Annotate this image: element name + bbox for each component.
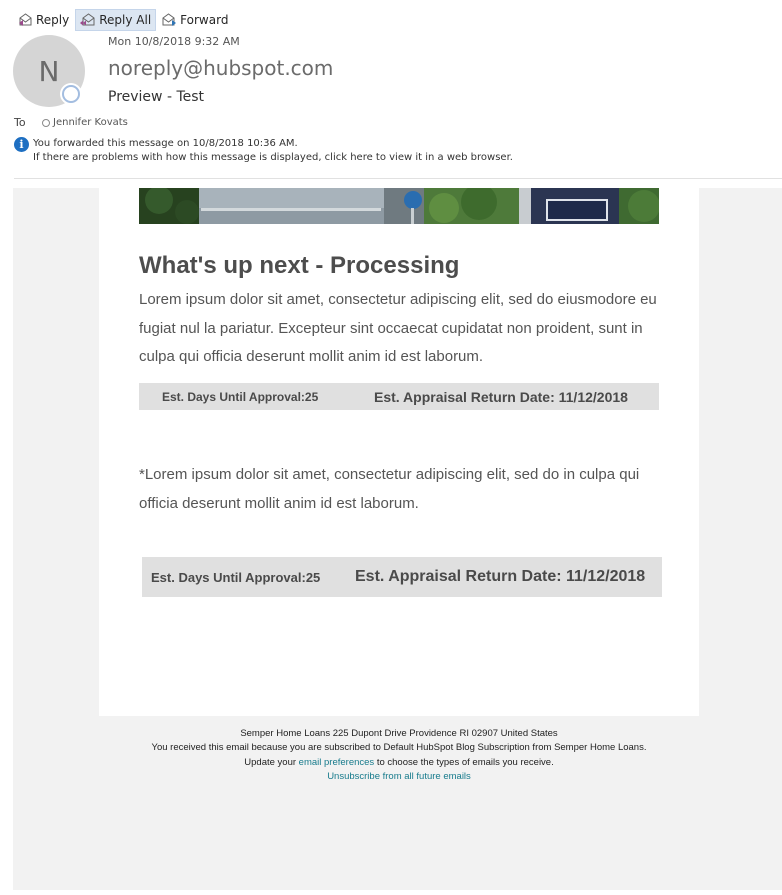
recipient-status-icon (42, 118, 50, 127)
message-toolbar: Reply Reply All Forward (14, 9, 234, 31)
est-days-label: Est. Days Until Approval:25 (151, 569, 321, 585)
display-problem-notice[interactable]: If there are problems with how this mess… (33, 151, 513, 165)
email-footer: Semper Home Loans 225 Dupont Drive Provi… (99, 727, 699, 784)
est-days-label: Est. Days Until Approval:25 (162, 389, 319, 404)
preferences-line: Update your email preferences to choose … (99, 756, 699, 770)
sender-address[interactable]: noreply@hubspot.com (108, 56, 333, 80)
est-appraisal-label: Est. Appraisal Return Date: 11/12/2018 (374, 388, 628, 405)
avatar-initial: N (38, 54, 60, 88)
house-photo (139, 188, 659, 224)
to-label: To (14, 116, 26, 129)
reply-all-icon (80, 13, 95, 26)
section-heading: What's up next - Processing (139, 252, 460, 279)
unsubscribe-link[interactable]: Unsubscribe from all future emails (327, 771, 471, 782)
footnote-paragraph: *Lorem ipsum dolor sit amet, consectetur… (139, 466, 640, 512)
est-appraisal-label: Est. Appraisal Return Date: 11/12/2018 (355, 568, 646, 585)
recipients-row: To Jennifer Kovats (14, 116, 128, 129)
forwarded-notice: You forwarded this message on 10/8/2018 … (33, 138, 298, 149)
presence-icon (62, 85, 80, 103)
forward-label: Forward (180, 13, 229, 27)
update-suffix: to choose the types of emails you receiv… (374, 756, 554, 768)
reply-button[interactable]: Reply (14, 9, 73, 31)
email-preferences-link[interactable]: email preferences (299, 757, 375, 768)
info-icon: i (14, 137, 29, 152)
header-divider (14, 178, 782, 179)
info-bar[interactable]: i You forwarded this message on 10/8/201… (14, 137, 513, 165)
reply-all-button[interactable]: Reply All (75, 9, 157, 31)
reply-all-label: Reply All (99, 13, 152, 27)
message-date: Mon 10/8/2018 9:32 AM (108, 35, 240, 48)
estimate-bar: Est. Days Until Approval:25 Est. Apprais… (139, 383, 659, 410)
forward-button[interactable]: Forward (158, 9, 232, 31)
reply-icon (19, 13, 32, 26)
recipient-name[interactable]: Jennifer Kovats (53, 117, 128, 128)
subscription-notice: You received this email because you are … (151, 742, 647, 754)
info-text: You forwarded this message on 10/8/2018 … (33, 137, 513, 165)
estimate-bar-secondary: Est. Days Until Approval:25 Est. Apprais… (142, 557, 662, 597)
reply-label: Reply (36, 13, 70, 27)
forward-icon (162, 13, 177, 26)
hero-image (139, 188, 659, 224)
message-subject: Preview - Test (108, 89, 205, 105)
update-prefix: Update your (244, 756, 299, 768)
body-paragraph: Lorem ipsum dolor sit amet, consectetur … (139, 291, 657, 365)
company-address: Semper Home Loans 225 Dupont Drive Provi… (240, 728, 558, 739)
